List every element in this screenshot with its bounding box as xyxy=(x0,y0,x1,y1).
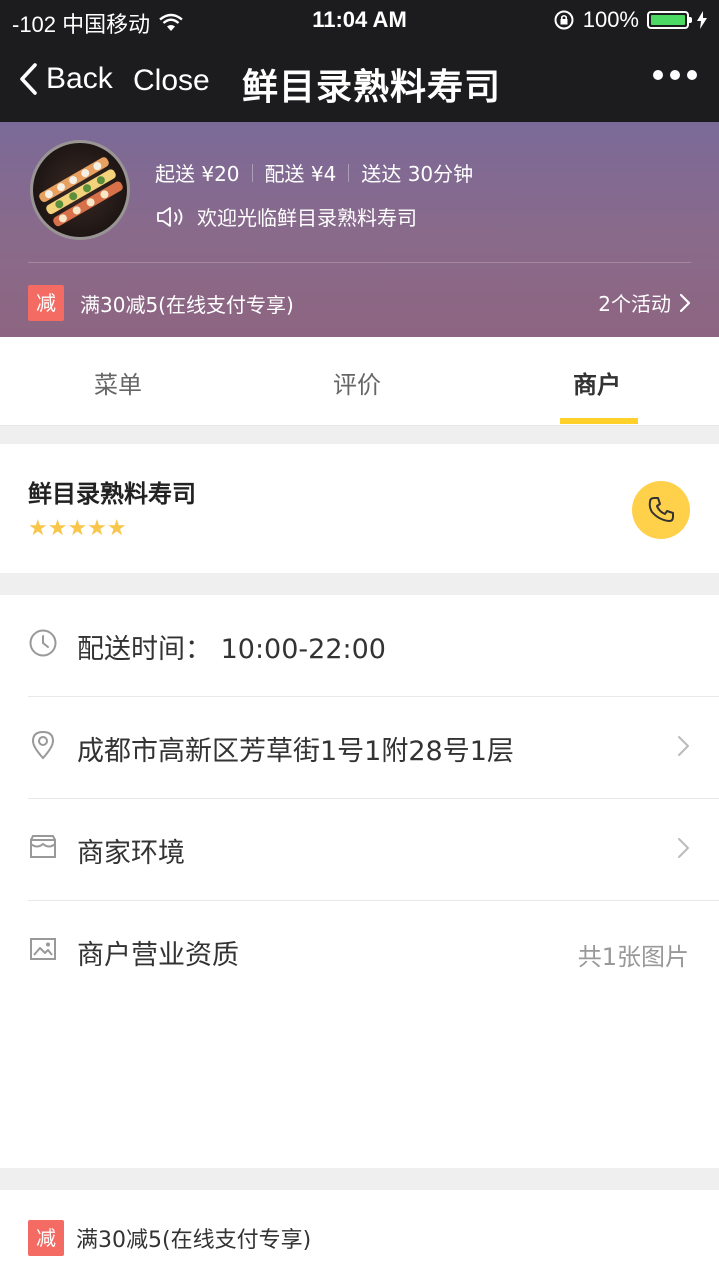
merchant-card: 鲜目录熟料寿司 ★★★★★ xyxy=(0,444,719,573)
delivery-hours-row: 配送时间： 10:00-22:00 xyxy=(0,595,719,696)
delivery-info: 起送 ¥20 配送 ¥4 送达 30分钟 xyxy=(155,158,473,187)
discount-tag: 减 xyxy=(28,1220,64,1256)
discount-tag: 减 xyxy=(28,285,64,321)
close-button[interactable]: Close xyxy=(133,64,210,98)
chevron-left-icon xyxy=(20,63,37,95)
back-label: Back xyxy=(46,62,113,95)
shop-header: 起送 ¥20 配送 ¥4 送达 30分钟 欢迎光临鲜目录熟料寿司 减 满30减5… xyxy=(0,122,719,337)
promo-item: 减 满30减5(在线支付专享) xyxy=(28,1220,311,1256)
active-tab-indicator xyxy=(560,418,638,424)
promotions-section: 减 满30减5(在线支付专享) xyxy=(0,1190,719,1279)
battery-icon xyxy=(647,11,692,29)
tab-reviews[interactable]: 评价 xyxy=(333,365,381,400)
delivery-fee: 配送 ¥4 xyxy=(264,162,337,186)
notice-text: 欢迎光临鲜目录熟料寿司 xyxy=(197,206,417,230)
activity-count: 2个活动 xyxy=(598,292,671,316)
promo-text: 满30减5(在线支付专享) xyxy=(80,292,294,317)
clock-icon xyxy=(29,629,57,657)
back-button[interactable]: Back xyxy=(18,62,113,96)
license-label: 商户营业资质 xyxy=(77,940,239,971)
chevron-right-icon xyxy=(679,293,691,312)
license-photo-count: 共1张图片 xyxy=(577,943,689,971)
divider xyxy=(348,163,350,182)
delivery-time: 送达 30分钟 xyxy=(361,162,474,186)
charging-icon xyxy=(697,11,707,29)
address-row[interactable]: 成都市高新区芳草街1号1附28号1层 xyxy=(0,697,719,798)
divider xyxy=(28,262,691,263)
call-button[interactable] xyxy=(632,481,690,539)
environment-label: 商家环境 xyxy=(77,838,185,869)
image-icon xyxy=(30,938,56,960)
more-menu-button[interactable] xyxy=(653,70,697,80)
environment-row[interactable]: 商家环境 xyxy=(0,799,719,900)
shop-avatar[interactable] xyxy=(30,140,130,240)
navigation-bar: Back Close 鲜目录熟料寿司 xyxy=(0,40,719,122)
phone-icon xyxy=(648,497,674,522)
tab-merchant[interactable]: 商户 xyxy=(573,365,621,400)
status-bar: -102 中国移动 11:04 AM 100% xyxy=(0,0,719,40)
merchant-info-list: 配送时间： 10:00-22:00 成都市高新区芳草街1号1附28号1层 商家环… xyxy=(0,595,719,1168)
chevron-right-icon xyxy=(678,838,689,858)
more-dot-icon xyxy=(653,70,663,80)
status-right: 100% xyxy=(553,7,707,33)
section-gap xyxy=(0,1168,719,1190)
divider xyxy=(251,163,253,182)
more-dot-icon xyxy=(687,70,697,80)
more-dot-icon xyxy=(670,70,680,80)
chevron-right-icon xyxy=(678,736,689,756)
location-pin-icon xyxy=(31,730,55,760)
storefront-icon xyxy=(30,835,56,858)
section-gap xyxy=(0,573,719,595)
tab-menu[interactable]: 菜单 xyxy=(94,365,142,400)
tab-bar: 菜单 评价 商户 xyxy=(0,337,719,426)
activities-link[interactable]: 2个活动 xyxy=(598,288,691,317)
promo-item: 减 满30减5(在线支付专享) xyxy=(28,285,294,321)
star-rating: ★★★★★ xyxy=(28,516,127,541)
page-title: 鲜目录熟料寿司 xyxy=(242,67,502,108)
section-gap xyxy=(0,426,719,444)
business-license-row[interactable]: 商户营业资质 共1张图片 xyxy=(0,901,719,1002)
promo-text: 满30减5(在线支付专享) xyxy=(76,1228,312,1253)
sushi-platter-image xyxy=(39,157,123,227)
delivery-hours: 配送时间： 10:00-22:00 xyxy=(77,634,386,665)
merchant-name: 鲜目录熟料寿司 xyxy=(28,480,196,508)
rotation-lock-icon xyxy=(554,10,574,30)
shop-notice: 欢迎光临鲜目录熟料寿司 xyxy=(155,202,417,231)
min-order: 起送 ¥20 xyxy=(155,162,240,186)
battery-percent: 100% xyxy=(582,7,639,32)
speaker-icon xyxy=(157,206,183,227)
address-text: 成都市高新区芳草街1号1附28号1层 xyxy=(77,736,514,767)
